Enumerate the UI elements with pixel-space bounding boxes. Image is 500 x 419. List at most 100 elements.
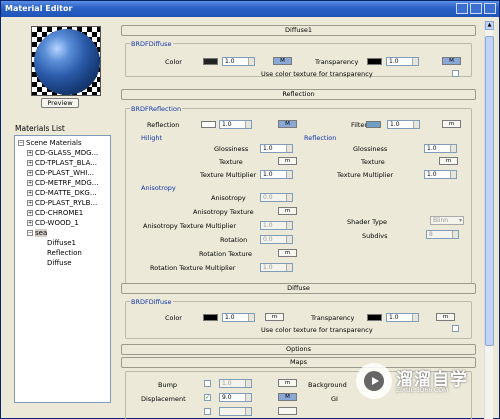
rollout-diffuse1[interactable]: Diffuse1: [121, 25, 476, 36]
refl-glossiness-spinner[interactable]: 1.0: [424, 144, 457, 153]
filter-map-button[interactable]: m: [442, 120, 461, 128]
maximize-button[interactable]: [470, 3, 482, 14]
gi-label: GI: [331, 395, 338, 403]
filter-spinner[interactable]: 1.0: [387, 120, 420, 129]
displacement-spinner[interactable]: 9.0: [219, 393, 252, 402]
rollout-reflection[interactable]: Reflection: [121, 89, 476, 100]
rotation-label: Rotation: [220, 236, 248, 244]
tree-item[interactable]: + CD-PLAST_RYLB...: [27, 199, 97, 207]
transparency-label: Transparency: [315, 58, 359, 66]
use-color-texture-checkbox[interactable]: [452, 70, 459, 77]
collapse-icon[interactable]: −: [18, 140, 24, 146]
reflection-sub-title: Reflection: [304, 134, 337, 142]
collapse-icon[interactable]: −: [27, 230, 33, 236]
tree-item[interactable]: + CD-WOOD_1: [27, 219, 79, 227]
rotation-texture-label: Rotation Texture: [199, 250, 253, 258]
tree-child[interactable]: Reflection: [47, 249, 82, 257]
color-spinner[interactable]: 1.0: [222, 57, 255, 66]
expand-icon[interactable]: +: [27, 200, 33, 206]
materials-tree[interactable]: − Scene Materials + CD-GLASS_MDG... + CD-TP…: [14, 135, 111, 403]
color-map-button[interactable]: M: [273, 57, 292, 65]
anisotropy-texture-label: Anisotropy Texture: [193, 208, 254, 216]
filter-swatch[interactable]: [366, 121, 381, 128]
hilight-texture-label: Texture: [219, 158, 243, 166]
reflection-swatch[interactable]: [201, 121, 216, 128]
hilight-glossiness-spinner[interactable]: 1.0: [260, 144, 293, 153]
next-map-spinner[interactable]: [219, 407, 252, 416]
rotation-spinner[interactable]: 0.0: [260, 235, 293, 244]
refl-texture-map-button[interactable]: m: [439, 157, 458, 165]
displacement-checkbox[interactable]: ✓: [204, 394, 211, 401]
diffuse-transparency-label: Transparency: [311, 314, 355, 322]
anisotropy-spinner[interactable]: 0.0: [260, 193, 293, 202]
displacement-map-button[interactable]: M: [278, 393, 297, 401]
diffuse-use-color-texture-checkbox[interactable]: [452, 325, 459, 332]
preview-sphere: [34, 29, 100, 95]
bump-checkbox[interactable]: [204, 380, 211, 387]
expand-icon[interactable]: +: [27, 170, 33, 176]
rotation-multiplier-spinner[interactable]: 1.0: [260, 263, 293, 272]
watermark: 溜溜自学 ZIXUE.3D66.COM: [356, 363, 500, 403]
rollout-options[interactable]: Options: [121, 344, 476, 355]
shader-type-label: Shader Type: [347, 218, 388, 226]
transparency-swatch[interactable]: [367, 58, 382, 65]
reflection-map-button[interactable]: M: [278, 120, 297, 128]
rollout-diffuse[interactable]: Diffuse: [121, 283, 476, 294]
materials-list-title: Materials List: [15, 124, 65, 133]
hilight-glossiness-label: Glossiness: [214, 145, 249, 153]
scroll-up-icon[interactable]: ▲: [485, 21, 494, 30]
filter-label: Filter: [351, 121, 368, 129]
rotation-texture-map-button[interactable]: m: [278, 249, 297, 257]
expand-icon[interactable]: +: [27, 180, 33, 186]
expand-icon[interactable]: +: [27, 150, 33, 156]
shader-type-dropdown[interactable]: Blinn: [430, 216, 464, 225]
title-bar[interactable]: Material Editor: [1, 1, 499, 17]
use-color-texture-label: Use color texture for transparency: [261, 70, 373, 78]
tree-item[interactable]: + CD-TPLAST_BLA...: [27, 159, 97, 167]
hilight-multiplier-spinner[interactable]: 1.0: [260, 170, 293, 179]
anisotropy-multiplier-spinner[interactable]: 1.0: [260, 221, 293, 230]
close-button[interactable]: [484, 3, 496, 14]
tree-item-selected[interactable]: − sea: [27, 229, 48, 237]
tree-item[interactable]: + CD-GLASS_MDG...: [27, 149, 98, 157]
properties-panel: Diffuse1 BRDFDiffuse Color 1.0 M Transpa…: [121, 21, 484, 419]
diffuse-transparency-spinner[interactable]: 1.0: [386, 313, 419, 322]
expand-icon[interactable]: +: [27, 190, 33, 196]
material-editor-window: Material Editor Preview Materials List −…: [0, 0, 500, 419]
next-map-checkbox[interactable]: [204, 408, 211, 415]
expand-icon[interactable]: +: [27, 160, 33, 166]
preview-button[interactable]: Preview: [41, 98, 79, 108]
tree-root[interactable]: − Scene Materials: [18, 139, 82, 147]
next-map-button[interactable]: [278, 407, 297, 415]
diffuse-transparency-map-button[interactable]: m: [436, 313, 455, 321]
transparency-spinner[interactable]: 1.0: [386, 57, 419, 66]
diffuse-color-spinner[interactable]: 1.0: [222, 313, 255, 322]
tree-child[interactable]: Diffuse1: [47, 239, 76, 247]
transparency-map-button[interactable]: M: [442, 57, 461, 65]
tree-item[interactable]: + CD-MATTE_DKG...: [27, 189, 97, 197]
tree-item[interactable]: + CD-PLAST_WHI...: [27, 169, 94, 177]
diffuse-transparency-swatch[interactable]: [367, 314, 382, 321]
tree-item[interactable]: + CD-CHROME1: [27, 209, 83, 217]
anisotropy-texture-map-button[interactable]: m: [278, 207, 297, 215]
subdivs-spinner[interactable]: 8: [426, 230, 459, 239]
material-preview: [31, 26, 101, 96]
diffuse-color-swatch[interactable]: [203, 314, 218, 321]
tree-item[interactable]: + CD-METRF_MDG...: [27, 179, 98, 187]
expand-icon[interactable]: +: [27, 220, 33, 226]
refl-multiplier-spinner[interactable]: 1.0: [424, 170, 457, 179]
reflection-spinner[interactable]: 1.0: [219, 120, 252, 129]
refl-multiplier-label: Texture Multiplier: [337, 171, 394, 179]
expand-icon[interactable]: +: [27, 210, 33, 216]
properties-scrollbar[interactable]: ▲: [484, 21, 494, 419]
hilight-multiplier-label: Texture Multiplier: [200, 171, 257, 179]
minimize-button[interactable]: [456, 3, 468, 14]
scroll-thumb[interactable]: [485, 36, 494, 346]
tree-child[interactable]: Diffuse: [47, 259, 72, 267]
bump-spinner[interactable]: 1.0: [219, 379, 252, 388]
color-swatch[interactable]: [203, 58, 218, 65]
diffuse-color-map-button[interactable]: m: [265, 313, 284, 321]
group-title: BRDFDiffuse: [130, 298, 173, 306]
bump-map-button[interactable]: m: [278, 379, 297, 387]
hilight-texture-map-button[interactable]: m: [278, 157, 297, 165]
